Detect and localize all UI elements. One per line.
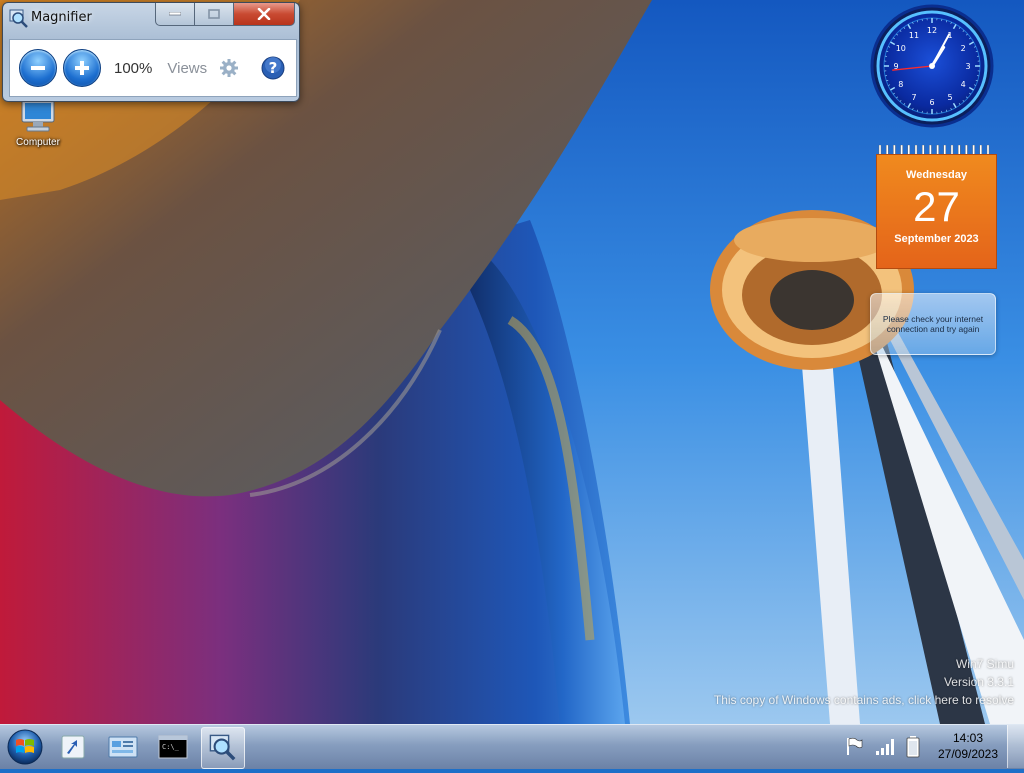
clock-numeral: 11 [909, 31, 919, 40]
clock-numeral: 5 [947, 93, 952, 102]
clock-numeral: 4 [961, 80, 966, 89]
taskbar-magnifier-button[interactable] [201, 727, 245, 769]
calendar-date: 27 [877, 183, 996, 231]
clock-numeral: 3 [965, 62, 970, 71]
network-button[interactable] [875, 736, 897, 761]
watermark-resolve-link[interactable]: This copy of Windows contains ads, click… [714, 691, 1014, 709]
options-button[interactable] [219, 58, 239, 78]
desktop-icon-computer[interactable]: Computer [8, 98, 68, 148]
control-panel-icon [108, 734, 138, 760]
zoom-in-button[interactable] [63, 49, 101, 87]
maximize-icon [208, 9, 220, 19]
clock-numeral: 10 [896, 44, 906, 53]
views-button[interactable]: Views [167, 60, 207, 77]
computer-icon [18, 98, 58, 134]
tray-time: 14:03 [928, 730, 1008, 746]
taskbar-cmd-button[interactable]: C:\_ [152, 727, 194, 767]
taskbar: C:\_ 14:03 27/09/2023 [0, 724, 1024, 769]
help-button[interactable]: ? [261, 56, 285, 80]
show-desktop-button[interactable] [1007, 725, 1024, 768]
calendar-day-name: Wednesday [877, 169, 996, 181]
plus-icon [73, 59, 91, 77]
network-signal-icon [875, 736, 897, 756]
svg-text:?: ? [269, 59, 278, 77]
clock-gadget[interactable]: 123456789101112 [869, 3, 995, 129]
clock-numeral: 8 [898, 80, 903, 89]
start-button[interactable] [4, 726, 46, 768]
calendar-month-year: September 2023 [877, 233, 996, 245]
help-icon: ? [261, 56, 285, 80]
watermark-product: Win7 Simu [714, 655, 1014, 673]
gear-icon [219, 58, 239, 78]
battery-icon [906, 736, 920, 758]
taskbar-shortcut-button[interactable] [52, 727, 94, 767]
shortcut-icon [60, 734, 86, 760]
activation-watermark: Win7 Simu Version 3.3.1 This copy of Win… [714, 655, 1014, 709]
minimize-button[interactable] [155, 3, 195, 26]
clock-numeral: 7 [911, 93, 916, 102]
close-icon [257, 8, 271, 20]
clock-numeral: 6 [929, 98, 934, 107]
weather-error-message: Please check your internet connection an… [871, 314, 995, 334]
zoom-level: 100% [114, 60, 152, 77]
window-title: Magnifier [31, 10, 92, 25]
close-button[interactable] [234, 3, 295, 26]
taskbar-control-panel-button[interactable] [102, 727, 144, 767]
clock-numeral: 12 [927, 26, 937, 35]
maximize-button[interactable] [195, 3, 234, 26]
zoom-out-button[interactable] [19, 49, 57, 87]
magnifier-icon [209, 734, 237, 762]
svg-text:C:\_: C:\_ [162, 743, 180, 751]
start-orb-icon [4, 726, 46, 768]
action-center-flag-icon [845, 736, 863, 756]
magnifier-toolbar: 100% Views ? [9, 39, 297, 97]
tray-date: 27/09/2023 [928, 746, 1008, 762]
desktop-icon-label: Computer [16, 137, 60, 148]
clock-numeral: 2 [961, 44, 966, 53]
minimize-icon [169, 12, 181, 16]
watermark-version: Version 3.3.1 [714, 673, 1014, 691]
analog-clock: 123456789101112 [869, 3, 995, 129]
magnifier-icon [9, 9, 29, 34]
magnifier-window[interactable]: Magnifier 100% Views [2, 2, 300, 102]
weather-gadget[interactable]: Please check your internet connection an… [870, 293, 996, 355]
calendar-gadget[interactable]: Wednesday 27 September 2023 [876, 145, 995, 267]
battery-button[interactable] [906, 736, 920, 763]
minus-icon [29, 59, 47, 77]
taskbar-clock[interactable]: 14:03 27/09/2023 [928, 730, 1008, 762]
command-prompt-icon: C:\_ [158, 735, 188, 759]
action-center-button[interactable] [845, 736, 863, 761]
